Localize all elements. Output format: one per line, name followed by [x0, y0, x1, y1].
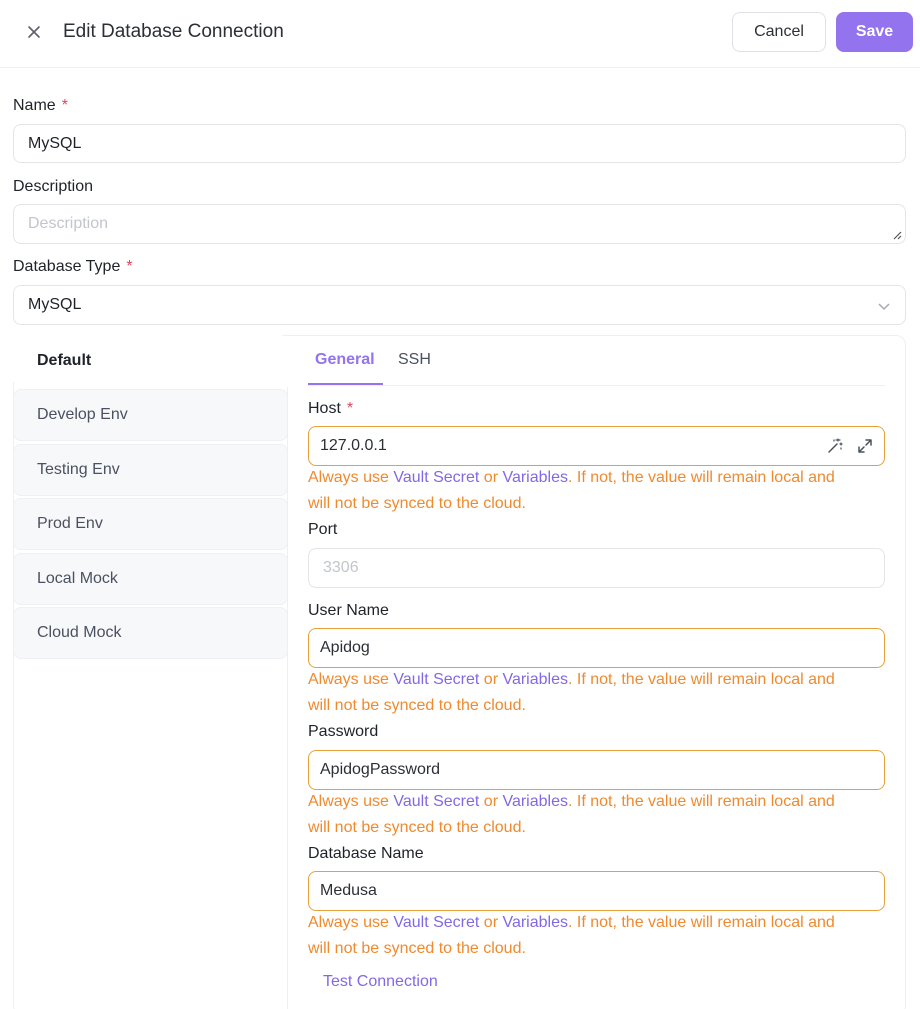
database-type-label: Database Type *: [13, 258, 133, 275]
database-type-select[interactable]: MySQL: [13, 285, 906, 325]
env-item-testing[interactable]: Testing Env: [13, 444, 288, 496]
description-textarea[interactable]: Description: [13, 204, 906, 244]
chevron-down-icon: [878, 303, 890, 311]
variables-link[interactable]: Variables: [502, 671, 568, 688]
vault-secret-link[interactable]: Vault Secret: [393, 671, 479, 688]
database-name-input[interactable]: Medusa: [308, 871, 885, 911]
panel-divider: [287, 387, 288, 1009]
host-warning: Always use Vault Secret or Variables. If…: [308, 469, 835, 512]
expand-icon[interactable]: [856, 437, 874, 455]
vault-secret-link[interactable]: Vault Secret: [393, 914, 479, 931]
cancel-button[interactable]: Cancel: [732, 12, 826, 52]
vault-secret-link[interactable]: Vault Secret: [393, 793, 479, 810]
env-item-default[interactable]: Default: [13, 335, 288, 387]
required-marker: *: [126, 258, 133, 275]
name-label: Name *: [13, 97, 68, 114]
env-item-prod[interactable]: Prod Env: [13, 498, 288, 550]
user-name-warning: Always use Vault Secret or Variables. If…: [308, 671, 835, 714]
user-name-input[interactable]: Apidog: [308, 628, 885, 668]
magic-wand-icon[interactable]: [826, 437, 844, 455]
tab-divider: [308, 385, 885, 386]
variables-link[interactable]: Variables: [502, 793, 568, 810]
close-icon[interactable]: [22, 20, 46, 44]
password-warning: Always use Vault Secret or Variables. If…: [308, 793, 835, 836]
user-name-label: User Name: [308, 602, 389, 619]
description-label: Description: [13, 178, 94, 195]
required-marker: *: [346, 400, 354, 417]
port-label: Port: [308, 521, 338, 538]
host-input[interactable]: 127.0.0.1: [308, 426, 885, 466]
database-name-label: Database Name: [308, 845, 424, 862]
save-button[interactable]: Save: [836, 12, 913, 52]
env-item-develop[interactable]: Develop Env: [13, 389, 288, 441]
env-item-local-mock[interactable]: Local Mock: [13, 553, 288, 605]
required-marker: *: [61, 97, 68, 114]
tab-general[interactable]: General: [315, 350, 375, 370]
env-item-cloud-mock[interactable]: Cloud Mock: [13, 607, 288, 659]
tab-ssh[interactable]: SSH: [398, 350, 431, 370]
variables-link[interactable]: Variables: [502, 469, 568, 486]
tab-active-indicator: [308, 383, 383, 385]
dialog-header: Edit Database Connection Cancel Save: [0, 0, 920, 68]
password-input[interactable]: ApidogPassword: [308, 750, 885, 790]
name-input[interactable]: MySQL: [13, 124, 906, 163]
host-label: Host *: [308, 400, 354, 417]
vault-secret-link[interactable]: Vault Secret: [393, 469, 479, 486]
port-input[interactable]: 3306: [308, 548, 885, 588]
dialog-title: Edit Database Connection: [63, 21, 284, 42]
resize-handle-icon[interactable]: [892, 230, 902, 240]
variables-link[interactable]: Variables: [502, 914, 568, 931]
password-label: Password: [308, 723, 379, 740]
database-name-warning: Always use Vault Secret or Variables. If…: [308, 914, 835, 957]
test-connection-button[interactable]: Test Connection: [323, 972, 438, 992]
